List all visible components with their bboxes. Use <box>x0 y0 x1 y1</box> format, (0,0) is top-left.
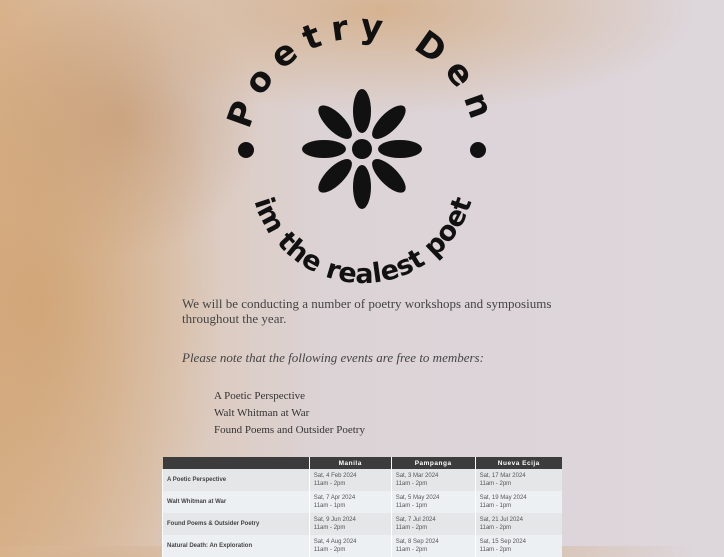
column-header: Manila <box>308 457 392 469</box>
logo-dot-left <box>238 142 254 158</box>
table-row: A Poetic Perspective Sat, 4 Feb 2024 11am… <box>162 469 562 491</box>
column-header <box>162 457 310 469</box>
list-item: Walt Whitman at War <box>214 407 310 419</box>
intro-text: We will be conducting a number of poetry… <box>182 296 552 326</box>
list-item: Found Poems and Outsider Poetry <box>214 424 365 436</box>
event-name-cell: Walt Whitman at War <box>162 491 310 513</box>
schedule-table: Manila Pampanga Nueva Ecija A Poetic Per… <box>162 457 562 557</box>
date-cell: Sat, 17 Mar 2024 11am - 2pm <box>474 469 562 491</box>
logo-dot-right <box>470 142 486 158</box>
date-cell: Sat, 21 Jul 2024 11am - 2pm <box>474 513 562 535</box>
table-row: Walt Whitman at War Sat, 7 Apr 2024 11am … <box>162 491 562 513</box>
date-cell: Sat, 5 May 2024 11am - 1pm <box>390 491 476 513</box>
column-header: Pampanga <box>390 457 476 469</box>
event-name-cell: A Poetic Perspective <box>162 469 310 491</box>
date-cell: Sat, 4 Aug 2024 11am - 2pm <box>308 535 392 557</box>
flower-icon <box>302 89 422 209</box>
list-item: A Poetic Perspective <box>214 390 306 402</box>
table-row: Natural Death: An Exploration Sat, 4 Aug… <box>162 535 562 557</box>
event-name-cell: Natural Death: An Exploration <box>162 535 310 557</box>
date-cell: Sat, 7 Apr 2024 11am - 1pm <box>308 491 392 513</box>
date-cell: Sat, 19 May 2024 11am - 1pm <box>474 491 562 513</box>
date-cell: Sat, 15 Sep 2024 11am - 2pm <box>474 535 562 557</box>
date-cell: Sat, 8 Sep 2024 11am - 2pm <box>390 535 476 557</box>
date-cell: Sat, 3 Mar 2024 11am - 2pm <box>390 469 476 491</box>
poetry-den-logo: Poetry Den im the realest poet <box>0 0 724 290</box>
events-list: A Poetic Perspective Walt Whitman at War… <box>214 390 365 441</box>
date-cell: Sat, 9 Jun 2024 11am - 2pm <box>308 513 392 535</box>
date-cell: Sat, 7 Jul 2024 11am - 2pm <box>390 513 476 535</box>
column-header: Nueva Ecija <box>474 457 562 469</box>
date-cell: Sat, 4 Feb 2024 11am - 2pm <box>308 469 392 491</box>
table-row: Found Poems & Outsider Poetry Sat, 9 Jun… <box>162 513 562 535</box>
table-header-row: Manila Pampanga Nueva Ecija <box>162 457 562 469</box>
event-name-cell: Found Poems & Outsider Poetry <box>162 513 310 535</box>
members-note: Please note that the following events ar… <box>182 350 484 365</box>
